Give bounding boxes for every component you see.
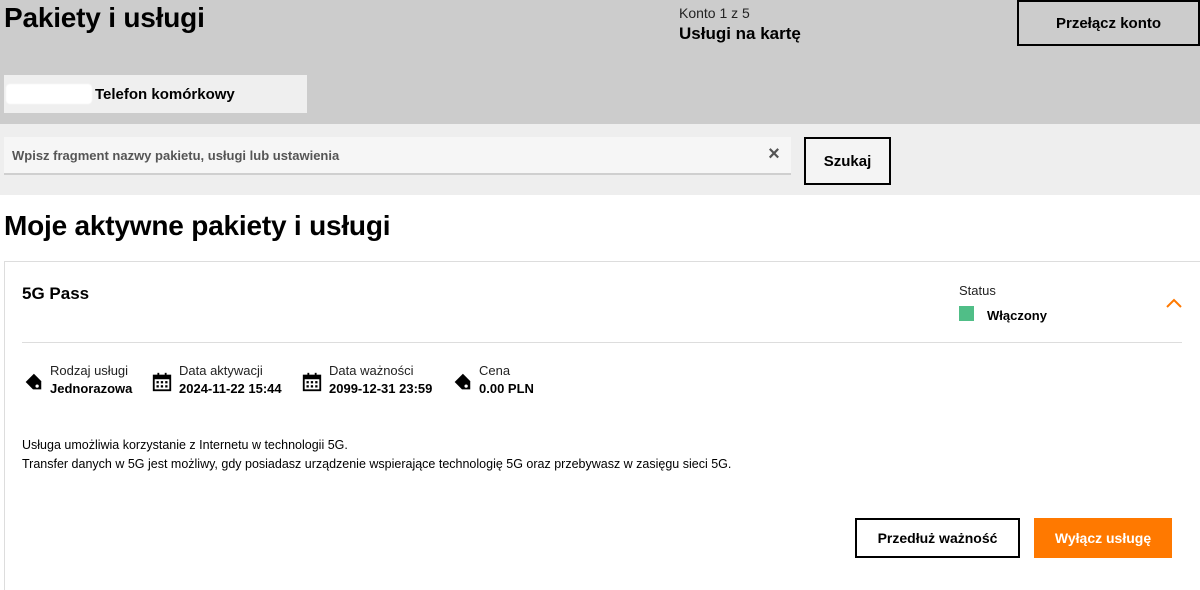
search-band: × Szukaj xyxy=(0,124,1200,195)
status-value: Włączony xyxy=(987,308,1047,323)
meta-label: Rodzaj usługi xyxy=(50,363,129,378)
meta-service-type: Rodzaj usługi Jednorazowa xyxy=(22,363,132,396)
meta-price: Cena 0.00 PLN xyxy=(451,363,534,396)
page-title: Pakiety i usługi xyxy=(4,2,205,33)
line-tab[interactable]: Telefon komórkowy xyxy=(4,75,307,113)
meta-label: Data aktywacji xyxy=(179,363,263,378)
search-field: × xyxy=(4,137,791,175)
line-tab-label: Telefon komórkowy xyxy=(95,85,235,103)
calendar-icon xyxy=(152,372,172,392)
section-title: Moje aktywne pakiety i usługi xyxy=(4,210,391,241)
search-input[interactable] xyxy=(4,137,754,173)
account-counter: Konto 1 z 5 xyxy=(679,5,750,21)
meta-activation-date: Data aktywacji 2024-11-22 15:44 xyxy=(151,363,282,396)
meta-value: 2024-11-22 15:44 xyxy=(179,381,282,396)
chevron-up-icon[interactable] xyxy=(1162,292,1186,316)
status-badge: Włączony xyxy=(959,304,1047,323)
meta-value: 0.00 PLN xyxy=(479,381,534,396)
description-line: Usługa umożliwia korzystanie z Internetu… xyxy=(22,438,348,452)
tag-icon xyxy=(454,373,471,390)
meta-value: 2099-12-31 23:59 xyxy=(329,381,433,396)
package-name: 5G Pass xyxy=(22,284,90,303)
meta-expiry-date: Data ważności 2099-12-31 23:59 xyxy=(301,363,432,396)
meta-label: Data ważności xyxy=(329,363,414,378)
package-card: 5G Pass Status Włączony Rodzaj usługi Je… xyxy=(4,261,1200,590)
extend-validity-button[interactable]: Przedłuż ważność xyxy=(855,518,1020,558)
package-description: Usługa umożliwia korzystanie z Internetu… xyxy=(22,436,731,474)
account-name: Usługi na kartę xyxy=(679,24,801,43)
meta-value: Jednorazowa xyxy=(50,381,133,396)
status-indicator xyxy=(959,306,974,321)
calendar-icon xyxy=(302,372,322,392)
card-divider xyxy=(22,342,1182,343)
clear-icon[interactable]: × xyxy=(762,142,786,166)
disable-service-button[interactable]: Wyłącz usługę xyxy=(1034,518,1172,558)
meta-label: Cena xyxy=(479,363,511,378)
search-button[interactable]: Szukaj xyxy=(804,137,891,185)
account-info: Konto 1 z 5 Usługi na kartę xyxy=(679,5,801,44)
switch-account-button[interactable]: Przełącz konto xyxy=(1017,0,1200,46)
status-label: Status xyxy=(959,283,996,298)
description-line: Transfer danych w 5G jest możliwy, gdy p… xyxy=(22,457,732,471)
tag-icon xyxy=(25,373,42,390)
masked-phone-number xyxy=(6,84,92,104)
header-band: Pakiety i usługi Konto 1 z 5 Usługi na k… xyxy=(0,0,1200,124)
